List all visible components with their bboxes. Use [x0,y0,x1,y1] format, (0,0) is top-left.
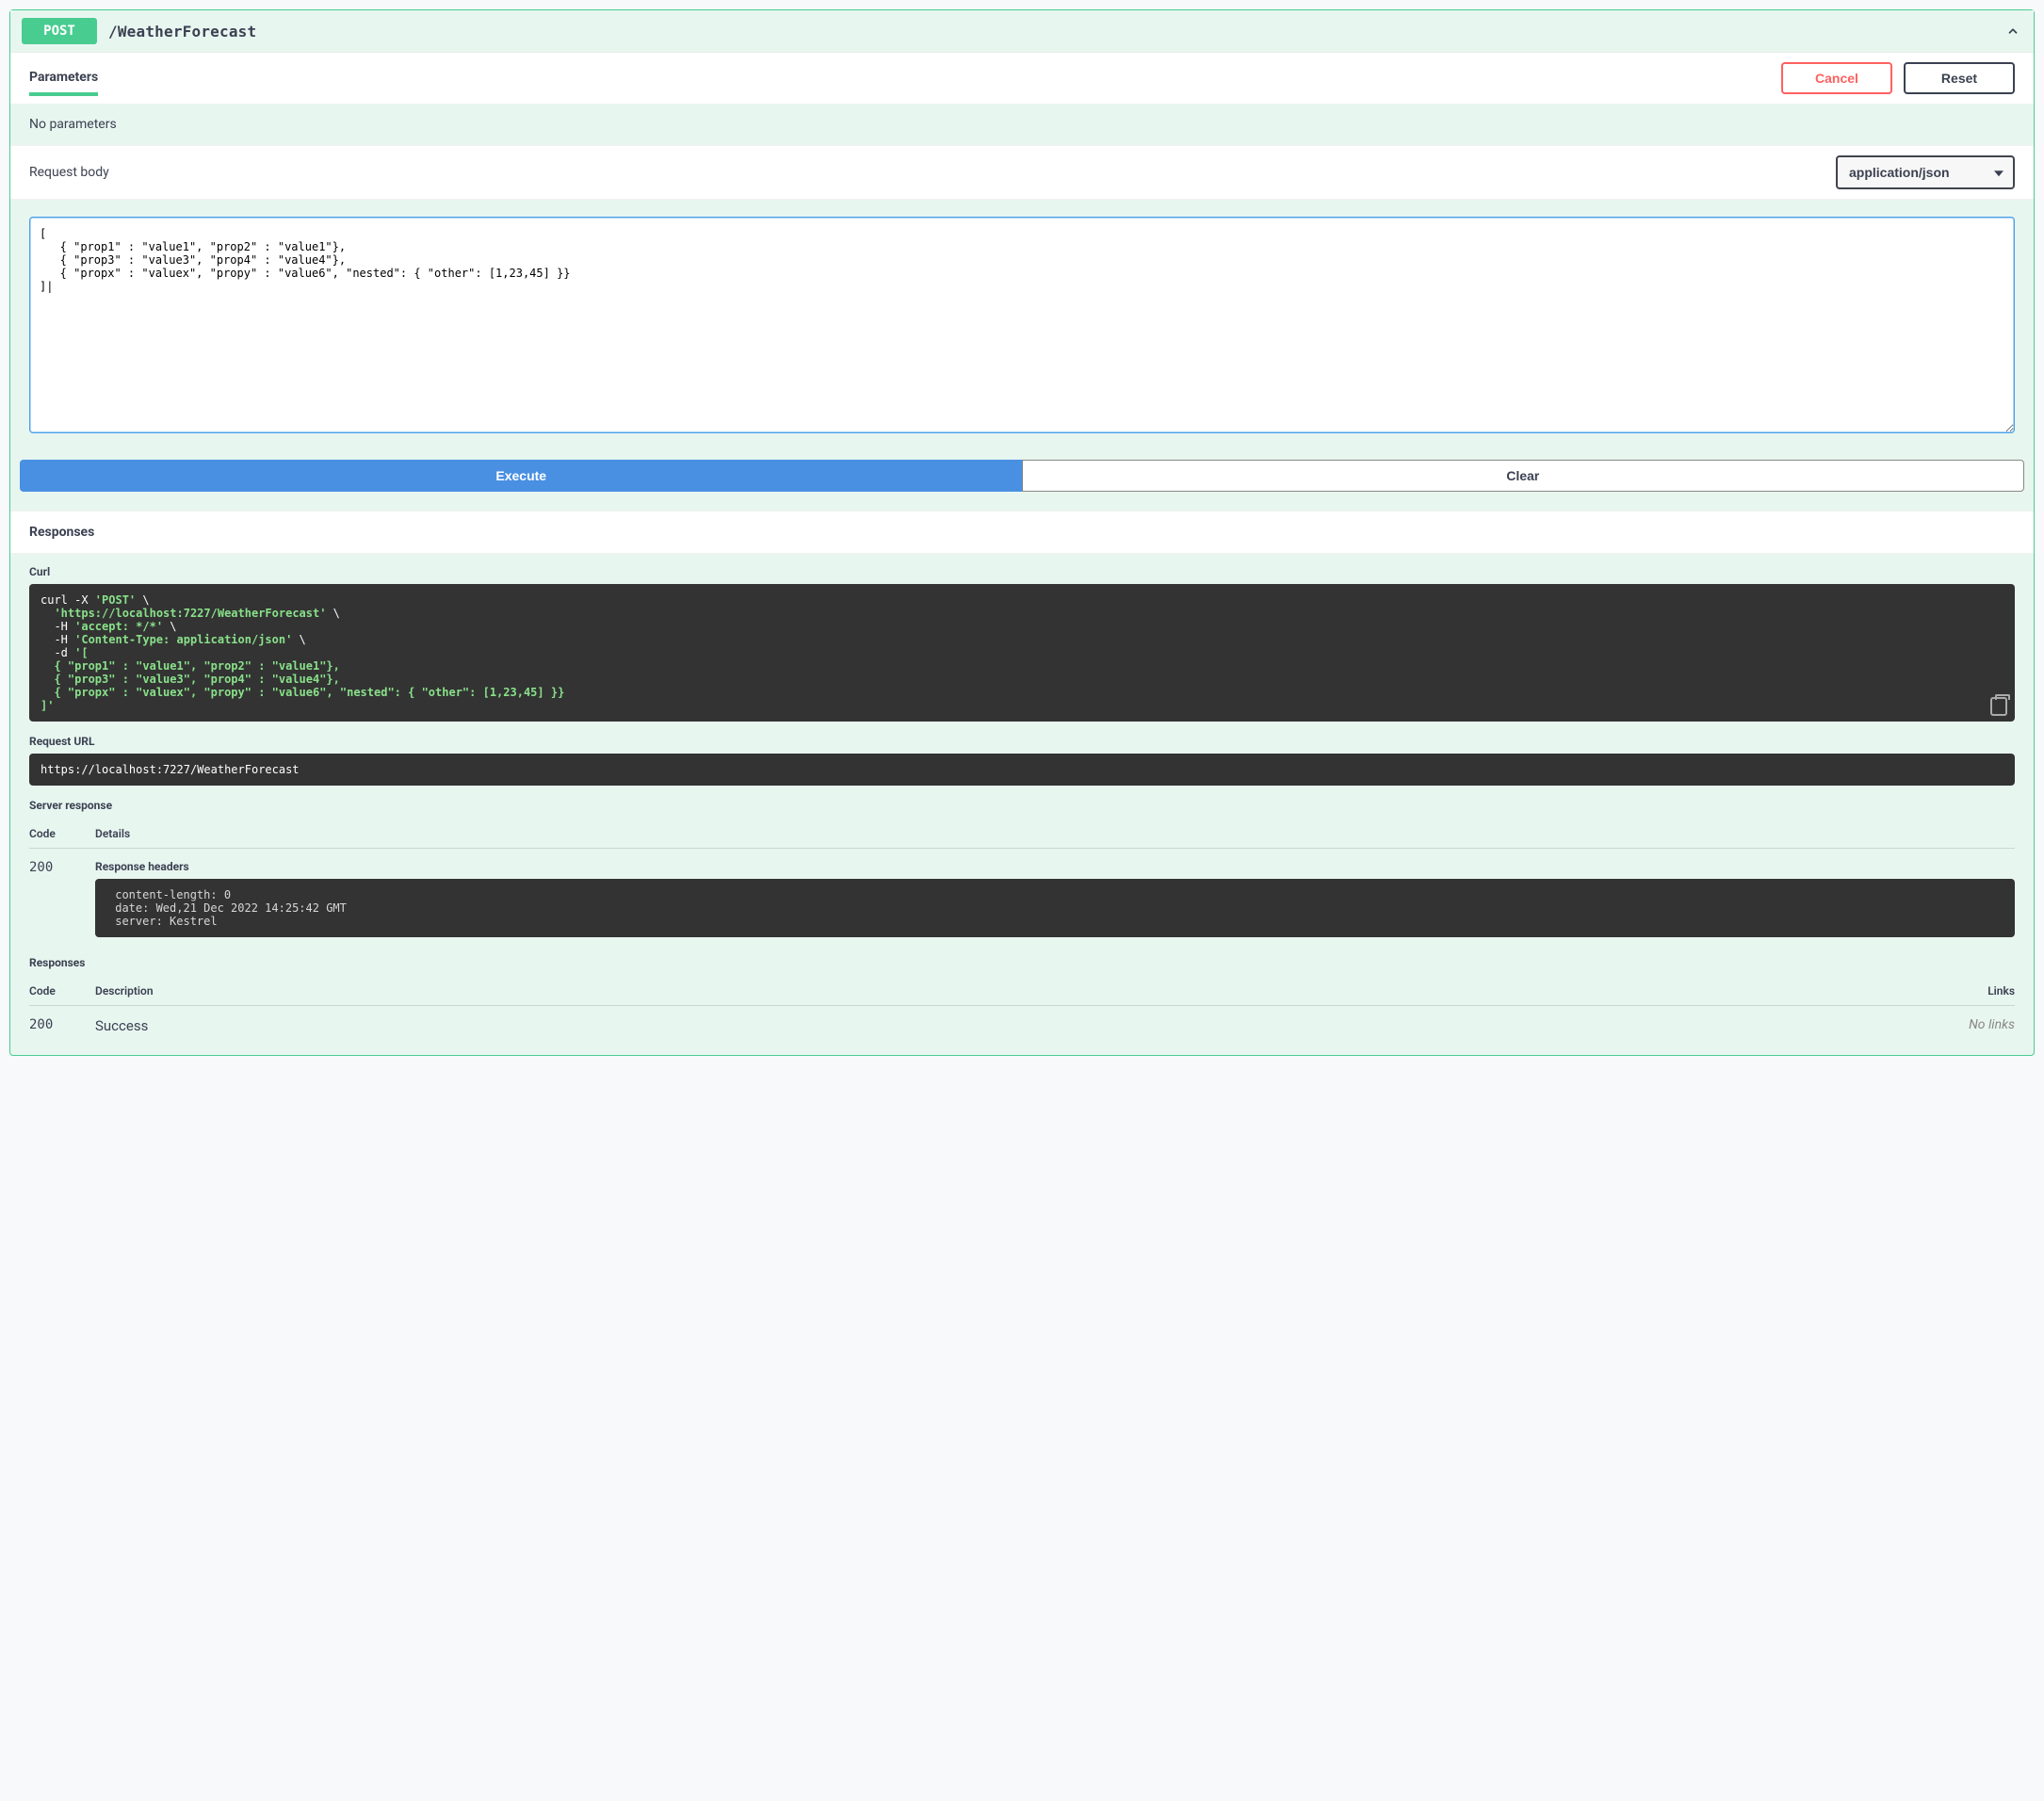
operation-header[interactable]: POST /WeatherForecast [10,10,2034,52]
clear-button[interactable]: Clear [1022,460,2025,492]
server-response-details: Response headers content-length: 0 date:… [95,860,2015,937]
responses-table-header: Code Description Links [29,977,2015,1006]
content-type-select[interactable]: application/json [1836,155,2015,189]
responses-row-description: Success [95,1017,1930,1034]
curl-seg: 'accept: */*' [74,620,163,633]
responses-header: Responses [10,511,2034,554]
request-url-label: Request URL [29,735,2015,748]
request-body-bar: Request body application/json [10,145,2034,200]
server-response-code: 200 [29,860,95,937]
reset-button[interactable]: Reset [1904,62,2015,94]
code-header: Code [29,827,95,840]
request-body-area [10,200,2034,460]
curl-seg: 'https://localhost:7227/WeatherForecast' [54,607,326,620]
code-header2: Code [29,984,95,998]
clipboard-icon[interactable] [1990,697,2007,716]
request-body-label: Request body [29,165,109,180]
server-response-label: Server response [29,799,2015,812]
curl-code: curl -X 'POST' \ 'https://localhost:7227… [29,584,2015,722]
links-header: Links [1930,984,2015,998]
curl-seg: 'POST' [95,593,136,607]
response-headers-block: content-length: 0 date: Wed,21 Dec 2022 … [95,879,2015,937]
server-response-row: 200 Response headers content-length: 0 d… [29,849,2015,943]
curl-seg: curl -X [41,593,95,607]
parameters-tab[interactable]: Parameters [29,70,98,96]
content-type-select-wrap: application/json [1836,155,2015,189]
curl-seg: 'Content-Type: application/json' [74,633,292,646]
curl-seg: '[ { "prop1" : "value1", "prop2" : "valu… [41,646,564,712]
operation-block: POST /WeatherForecast Parameters Cancel … [9,9,2035,1056]
responses-section: Curl curl -X 'POST' \ 'https://localhost… [10,554,2034,1055]
method-badge: POST [22,18,97,44]
responses-row-code: 200 [29,1017,95,1034]
responses-row-links: No links [1930,1017,2015,1034]
request-body-textarea[interactable] [29,217,2015,433]
server-response-table-header: Code Details [29,819,2015,849]
curl-label: Curl [29,565,2015,578]
cancel-button[interactable]: Cancel [1781,62,1892,94]
operation-path: /WeatherForecast [108,23,256,41]
chevron-up-icon[interactable] [2003,22,2022,41]
description-header: Description [95,984,1930,998]
no-parameters-text: No parameters [10,104,2034,145]
execute-button[interactable]: Execute [20,460,1022,492]
responses-row: 200 Success No links [29,1006,2015,1040]
responses-label: Responses [29,956,2015,969]
actions-row: Execute Clear [10,460,2034,511]
request-url-code: https://localhost:7227/WeatherForecast [29,754,2015,786]
response-headers-label: Response headers [95,860,2015,873]
parameters-bar: Parameters Cancel Reset [10,52,2034,104]
details-header: Details [95,827,2015,840]
